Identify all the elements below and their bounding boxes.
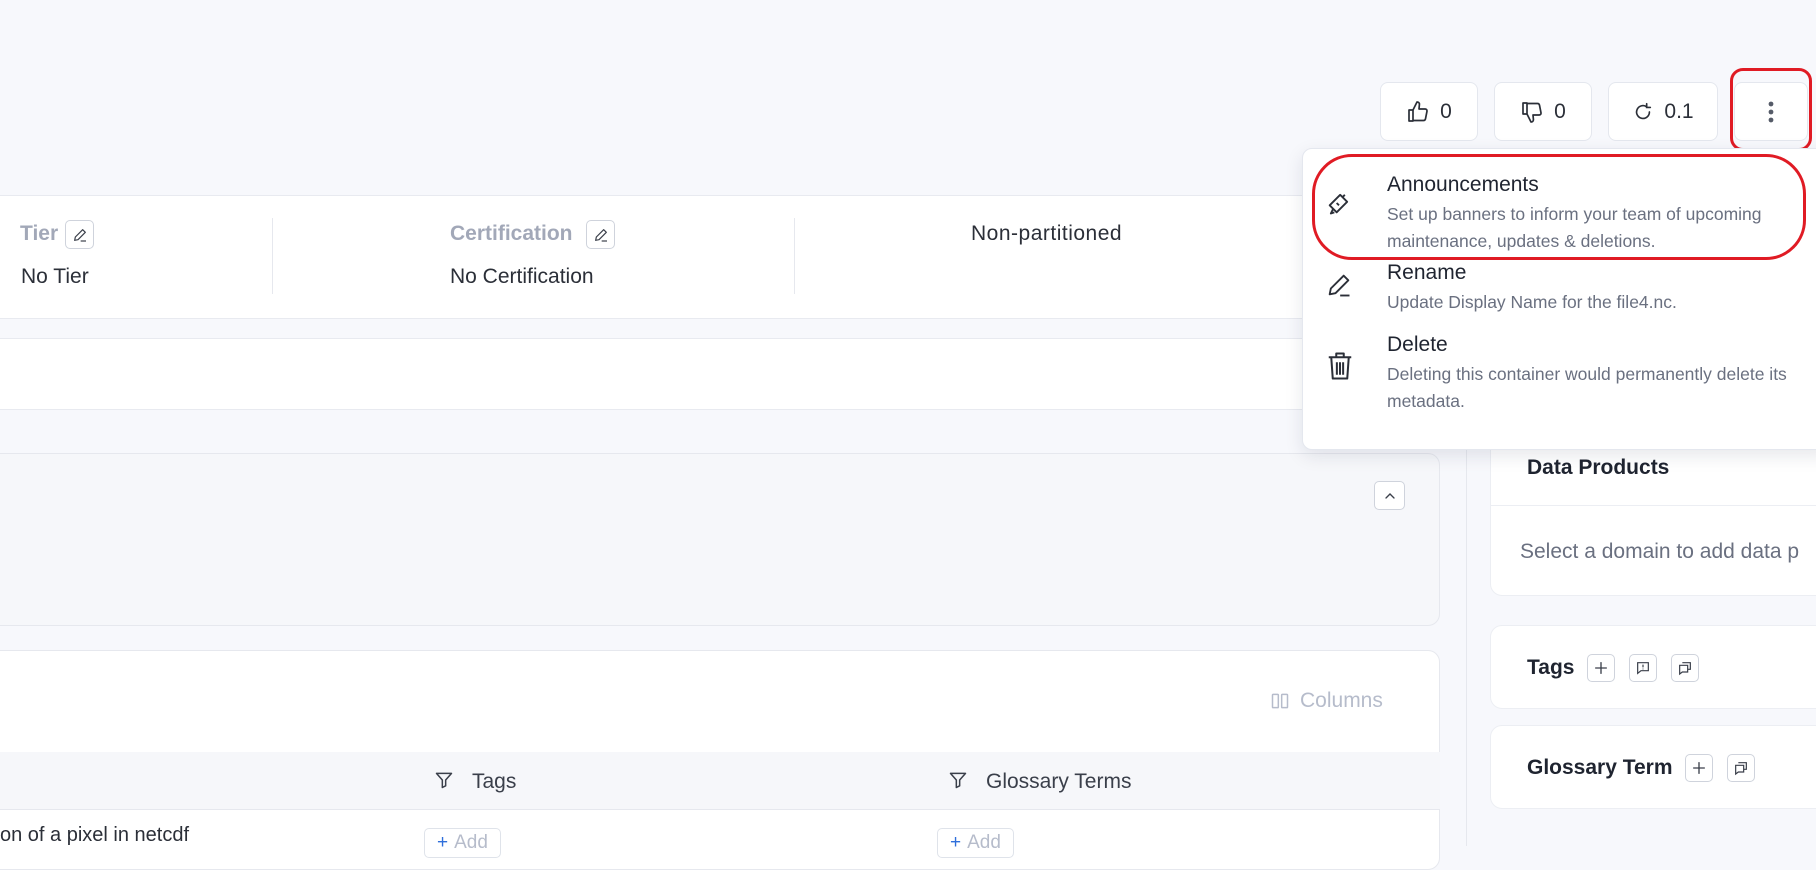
- upvote-count: 0: [1440, 99, 1452, 123]
- version-button[interactable]: 0.1: [1608, 82, 1718, 141]
- conversation-button[interactable]: [1727, 754, 1755, 782]
- collapse-button[interactable]: [1374, 481, 1405, 510]
- column-header-glossary-terms[interactable]: Glossary Terms: [986, 770, 1131, 794]
- add-glossary-term-button[interactable]: + Add: [937, 828, 1014, 858]
- summary-band: [0, 195, 1320, 319]
- filter-icon[interactable]: [434, 770, 454, 790]
- columns-icon: [1270, 691, 1290, 711]
- thumbs-down-icon: [1520, 100, 1544, 124]
- pencil-icon: [72, 227, 88, 243]
- data-products-title: Data Products: [1527, 456, 1670, 479]
- glossary-title: Glossary Term: [1527, 756, 1673, 779]
- add-tag-side-button[interactable]: [1587, 654, 1615, 682]
- add-label: Add: [967, 832, 1001, 853]
- tier-value: No Tier: [21, 265, 89, 288]
- menu-item-title: Rename: [1387, 261, 1467, 284]
- conversation-button[interactable]: [1671, 654, 1699, 682]
- chevron-up-icon: [1382, 488, 1398, 504]
- tags-title: Tags: [1527, 656, 1575, 679]
- add-label: Add: [454, 832, 488, 853]
- table-header: [0, 752, 1440, 810]
- plus-icon: +: [437, 832, 449, 853]
- version-label: 0.1: [1664, 99, 1694, 123]
- content-strip: [0, 338, 1320, 410]
- pencil-icon: [593, 227, 609, 243]
- tier-label: Tier: [20, 222, 59, 245]
- chat-bubbles-icon: [1677, 660, 1693, 676]
- plus-icon: [1593, 660, 1609, 676]
- menu-item-delete[interactable]: Delete Deleting this container would per…: [1303, 327, 1816, 431]
- downvote-count: 0: [1554, 99, 1566, 123]
- table-row-description: on of a pixel in netcdf: [0, 824, 190, 846]
- description-panel: [0, 453, 1440, 626]
- data-products-placeholder: Select a domain to add data p: [1520, 540, 1800, 563]
- edit-certification-button[interactable]: [586, 220, 615, 249]
- divider: [1490, 505, 1816, 506]
- plus-icon: [1691, 760, 1707, 776]
- right-rail-divider: [1466, 430, 1467, 846]
- menu-item-title: Delete: [1387, 333, 1448, 356]
- columns-button[interactable]: Columns: [1270, 689, 1383, 713]
- upvote-button[interactable]: 0: [1380, 82, 1478, 141]
- chat-bubbles-icon: [1733, 760, 1749, 776]
- column-header-tags[interactable]: Tags: [472, 770, 516, 794]
- announcements-highlight: [1312, 154, 1806, 260]
- filter-icon[interactable]: [948, 770, 968, 790]
- add-tag-button[interactable]: + Add: [424, 828, 501, 858]
- columns-label: Columns: [1300, 689, 1383, 712]
- refresh-icon: [1632, 101, 1654, 123]
- thumbs-up-icon: [1406, 100, 1430, 124]
- partition-value: Non-partitioned: [971, 222, 1123, 245]
- request-tag-button[interactable]: [1629, 654, 1657, 682]
- edit-tier-button[interactable]: [65, 220, 94, 249]
- pencil-icon: [1325, 271, 1353, 299]
- menu-item-rename[interactable]: Rename Update Display Name for the file4…: [1303, 253, 1816, 327]
- menu-item-description: Update Display Name for the file4.nc.: [1387, 292, 1677, 312]
- add-glossary-side-button[interactable]: [1685, 754, 1713, 782]
- divider: [272, 218, 273, 294]
- downvote-button[interactable]: 0: [1494, 82, 1592, 141]
- trash-icon: [1325, 349, 1355, 383]
- message-alert-icon: [1635, 660, 1651, 676]
- certification-value: No Certification: [450, 265, 594, 288]
- certification-label: Certification: [450, 222, 573, 245]
- divider: [794, 218, 795, 294]
- more-options-highlight: [1730, 68, 1812, 151]
- plus-icon: +: [950, 832, 962, 853]
- menu-item-description: Deleting this container would permanentl…: [1387, 364, 1787, 411]
